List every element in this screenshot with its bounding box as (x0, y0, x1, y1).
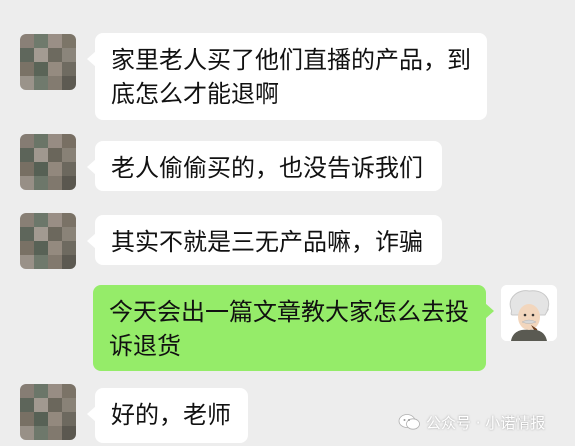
contact-avatar[interactable] (20, 134, 76, 190)
watermark: 公众号 · 小诺情报 (398, 410, 545, 434)
einstein-avatar-icon (501, 285, 557, 341)
blurred-avatar-image (20, 134, 76, 190)
blurred-avatar-image (20, 213, 76, 269)
wechat-official-account-icon (398, 413, 420, 431)
watermark-text: 公众号 · 小诺情报 (426, 413, 546, 432)
message-text: 家里老人买了他们直播的产品，到底怎么才能退啊 (111, 46, 471, 108)
message-text: 老人偷偷买的，也没告诉我们 (111, 154, 423, 182)
message-text: 其实不就是三无产品嘛，诈骗 (111, 228, 423, 256)
blurred-avatar-image (20, 384, 76, 440)
message-text: 今天会出一篇文章教大家怎么去投诉退货 (109, 298, 469, 360)
message-bubble[interactable]: 其实不就是三无产品嘛，诈骗 (87, 215, 442, 265)
contact-avatar[interactable] (20, 384, 76, 440)
message-text: 好的，老师 (111, 401, 231, 429)
blurred-avatar-image (20, 34, 76, 90)
message-bubble[interactable]: 老人偷偷买的，也没告诉我们 (87, 141, 442, 191)
contact-avatar[interactable] (20, 213, 76, 269)
contact-avatar[interactable] (20, 34, 76, 90)
message-bubble[interactable]: 家里老人买了他们直播的产品，到底怎么才能退啊 (87, 33, 487, 120)
user-avatar[interactable] (501, 285, 557, 341)
message-bubble[interactable]: 好的，老师 (87, 388, 248, 443)
message-bubble[interactable]: 今天会出一篇文章教大家怎么去投诉退货 (93, 285, 494, 371)
